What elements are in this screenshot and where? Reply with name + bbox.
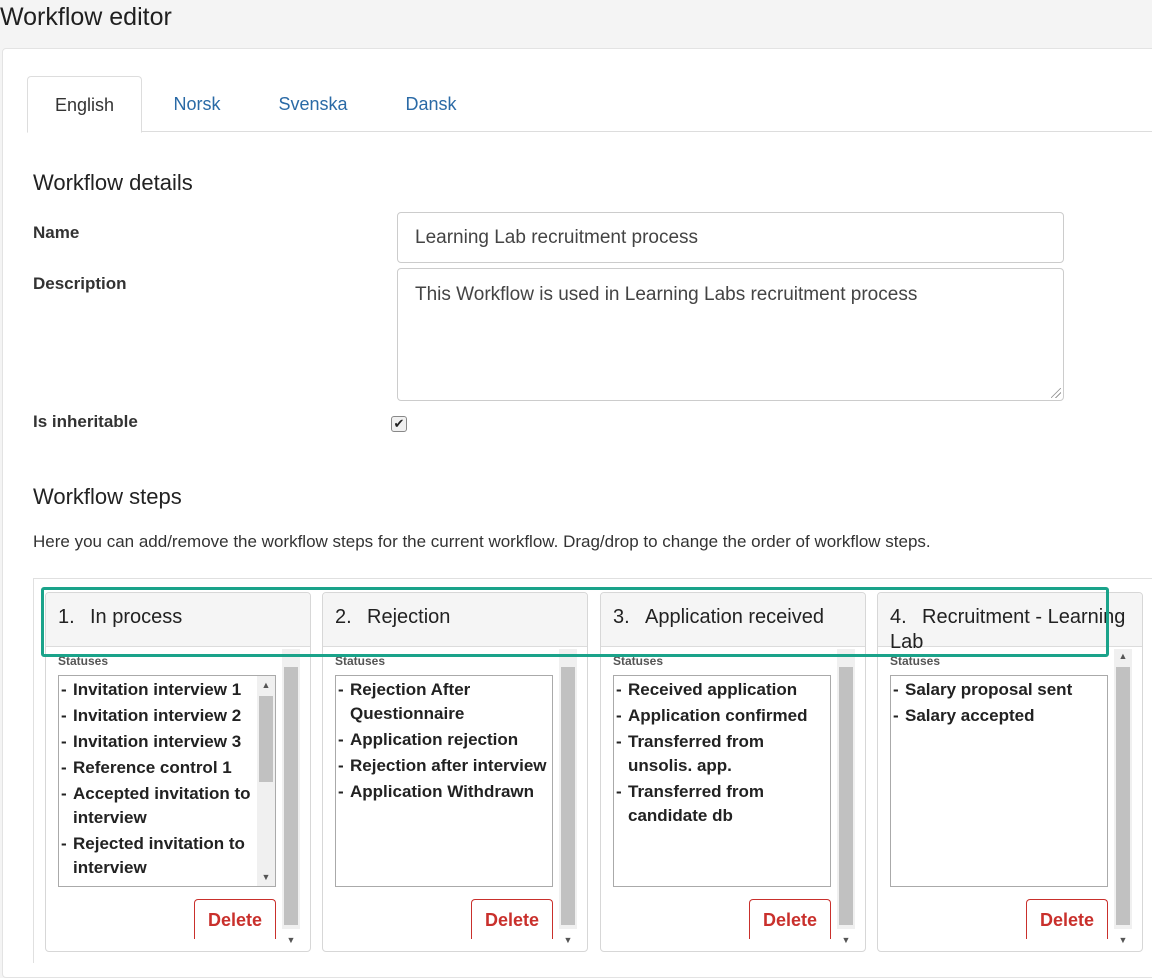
tab-svenska[interactable]: Svenska bbox=[265, 76, 361, 132]
scroll-down-icon[interactable]: ▼ bbox=[837, 933, 855, 947]
workflow-details-heading: Workflow details bbox=[33, 170, 193, 195]
step-title: Application received bbox=[645, 606, 824, 628]
list-item[interactable]: - Invitation interview 1 bbox=[59, 678, 257, 702]
step-title: Recruitment - Learning Lab bbox=[890, 606, 1126, 653]
list-item[interactable]: - Transferred from candidate db bbox=[614, 780, 830, 828]
scroll-thumb[interactable] bbox=[284, 667, 298, 925]
step-number: 4. bbox=[890, 606, 907, 628]
scroll-up-icon[interactable]: ▲ bbox=[257, 678, 275, 692]
step-scrollbar[interactable]: ▼ bbox=[837, 649, 855, 945]
workflow-steps-help: Here you can add/remove the workflow ste… bbox=[33, 532, 931, 551]
list-item[interactable]: - Accepted invitation to interview bbox=[59, 782, 257, 830]
delete-step-button[interactable]: Delete bbox=[194, 899, 276, 939]
statuses-label: Statuses bbox=[613, 654, 664, 668]
name-label: Name bbox=[33, 223, 80, 242]
workflow-steps-heading: Workflow steps bbox=[33, 484, 182, 509]
scroll-thumb[interactable] bbox=[839, 667, 853, 925]
list-item[interactable]: - Invitation interview 2 bbox=[59, 704, 257, 728]
scroll-down-icon[interactable]: ▼ bbox=[257, 870, 275, 884]
list-item[interactable]: - Rejected invitation to interview bbox=[59, 832, 257, 880]
scroll-down-icon[interactable]: ▼ bbox=[282, 933, 300, 947]
delete-step-button[interactable]: Delete bbox=[749, 899, 831, 939]
statuses-label: Statuses bbox=[335, 654, 386, 668]
language-tabs: English Norsk Svenska Dansk bbox=[27, 76, 1152, 133]
scroll-thumb[interactable] bbox=[561, 667, 575, 925]
statuses-label: Statuses bbox=[58, 654, 109, 668]
description-label: Description bbox=[33, 274, 127, 293]
statuses-list[interactable]: - Rejection After Questionnaire - Applicat… bbox=[335, 675, 553, 887]
workflow-step-1[interactable]: 1. In process Statuses ▼ - Invitation inte… bbox=[45, 592, 311, 952]
scroll-down-icon[interactable]: ▼ bbox=[559, 933, 577, 947]
list-item[interactable]: - Transferred from unsolis. app. bbox=[614, 730, 830, 778]
list-item[interactable]: - Application rejection bbox=[336, 728, 552, 752]
list-item[interactable]: - Salary proposal sent bbox=[891, 678, 1107, 702]
scroll-thumb[interactable] bbox=[1116, 667, 1130, 925]
list-scrollbar[interactable]: ▲ ▼ bbox=[257, 676, 275, 886]
inheritable-checkbox[interactable]: ✔ bbox=[391, 416, 407, 432]
delete-step-button[interactable]: Delete bbox=[1026, 899, 1108, 939]
step-header[interactable]: 2. Rejection bbox=[323, 593, 587, 647]
delete-step-button[interactable]: Delete bbox=[471, 899, 553, 939]
list-item[interactable]: - Application Withdrawn bbox=[336, 780, 552, 804]
tab-norsk[interactable]: Norsk bbox=[154, 76, 240, 132]
workflow-step-2[interactable]: 2. Rejection Statuses ▼ - Rejection After … bbox=[322, 592, 588, 952]
statuses-list[interactable]: - Salary proposal sent - Salary accepted bbox=[890, 675, 1108, 887]
workflow-step-4[interactable]: 4. Recruitment - Learning Lab Statuses ▲ … bbox=[877, 592, 1143, 952]
step-title: In process bbox=[90, 606, 183, 628]
name-input[interactable] bbox=[397, 212, 1064, 263]
list-item[interactable]: - Invitation interview 3 bbox=[59, 730, 257, 754]
list-item[interactable]: - Received application bbox=[614, 678, 830, 702]
workflow-step-3[interactable]: 3. Application received Statuses ▼ - Recei… bbox=[600, 592, 866, 952]
list-item[interactable]: - Rejection After Questionnaire bbox=[336, 678, 552, 726]
step-title: Rejection bbox=[367, 606, 451, 628]
scroll-thumb[interactable] bbox=[259, 696, 273, 782]
statuses-list[interactable]: - Received application - Application confi… bbox=[613, 675, 831, 887]
list-item[interactable]: - Salary accepted bbox=[891, 704, 1107, 728]
tab-dansk[interactable]: Dansk bbox=[391, 76, 471, 132]
list-item[interactable]: - Application confirmed bbox=[614, 704, 830, 728]
step-scrollbar[interactable]: ▼ bbox=[559, 649, 577, 945]
step-header[interactable]: 1. In process bbox=[46, 593, 310, 647]
list-item[interactable]: - Rejection after interview bbox=[336, 754, 552, 778]
tab-english[interactable]: English bbox=[27, 76, 142, 133]
step-header[interactable]: 3. Application received bbox=[601, 593, 865, 647]
step-header[interactable]: 4. Recruitment - Learning Lab bbox=[878, 593, 1142, 653]
step-number: 1. bbox=[58, 606, 75, 628]
description-textarea[interactable]: This Workflow is used in Learning Labs r… bbox=[397, 268, 1064, 401]
step-scrollbar[interactable]: ▲ ▼ bbox=[1114, 649, 1132, 945]
inheritable-label: Is inheritable bbox=[33, 412, 138, 431]
resize-grip-icon[interactable] bbox=[1051, 388, 1061, 398]
step-number: 3. bbox=[613, 606, 630, 628]
scroll-down-icon[interactable]: ▼ bbox=[1114, 933, 1132, 947]
statuses-label: Statuses bbox=[890, 654, 941, 668]
step-scrollbar[interactable]: ▼ bbox=[282, 649, 300, 945]
list-item[interactable]: - Reference control 1 bbox=[59, 756, 257, 780]
description-text: This Workflow is used in Learning Labs r… bbox=[415, 284, 918, 305]
page-title: Workflow editor bbox=[0, 3, 172, 31]
statuses-list[interactable]: - Invitation interview 1 - Invitation inte… bbox=[58, 675, 276, 887]
step-number: 2. bbox=[335, 606, 352, 628]
scroll-up-icon[interactable]: ▲ bbox=[1114, 649, 1132, 663]
